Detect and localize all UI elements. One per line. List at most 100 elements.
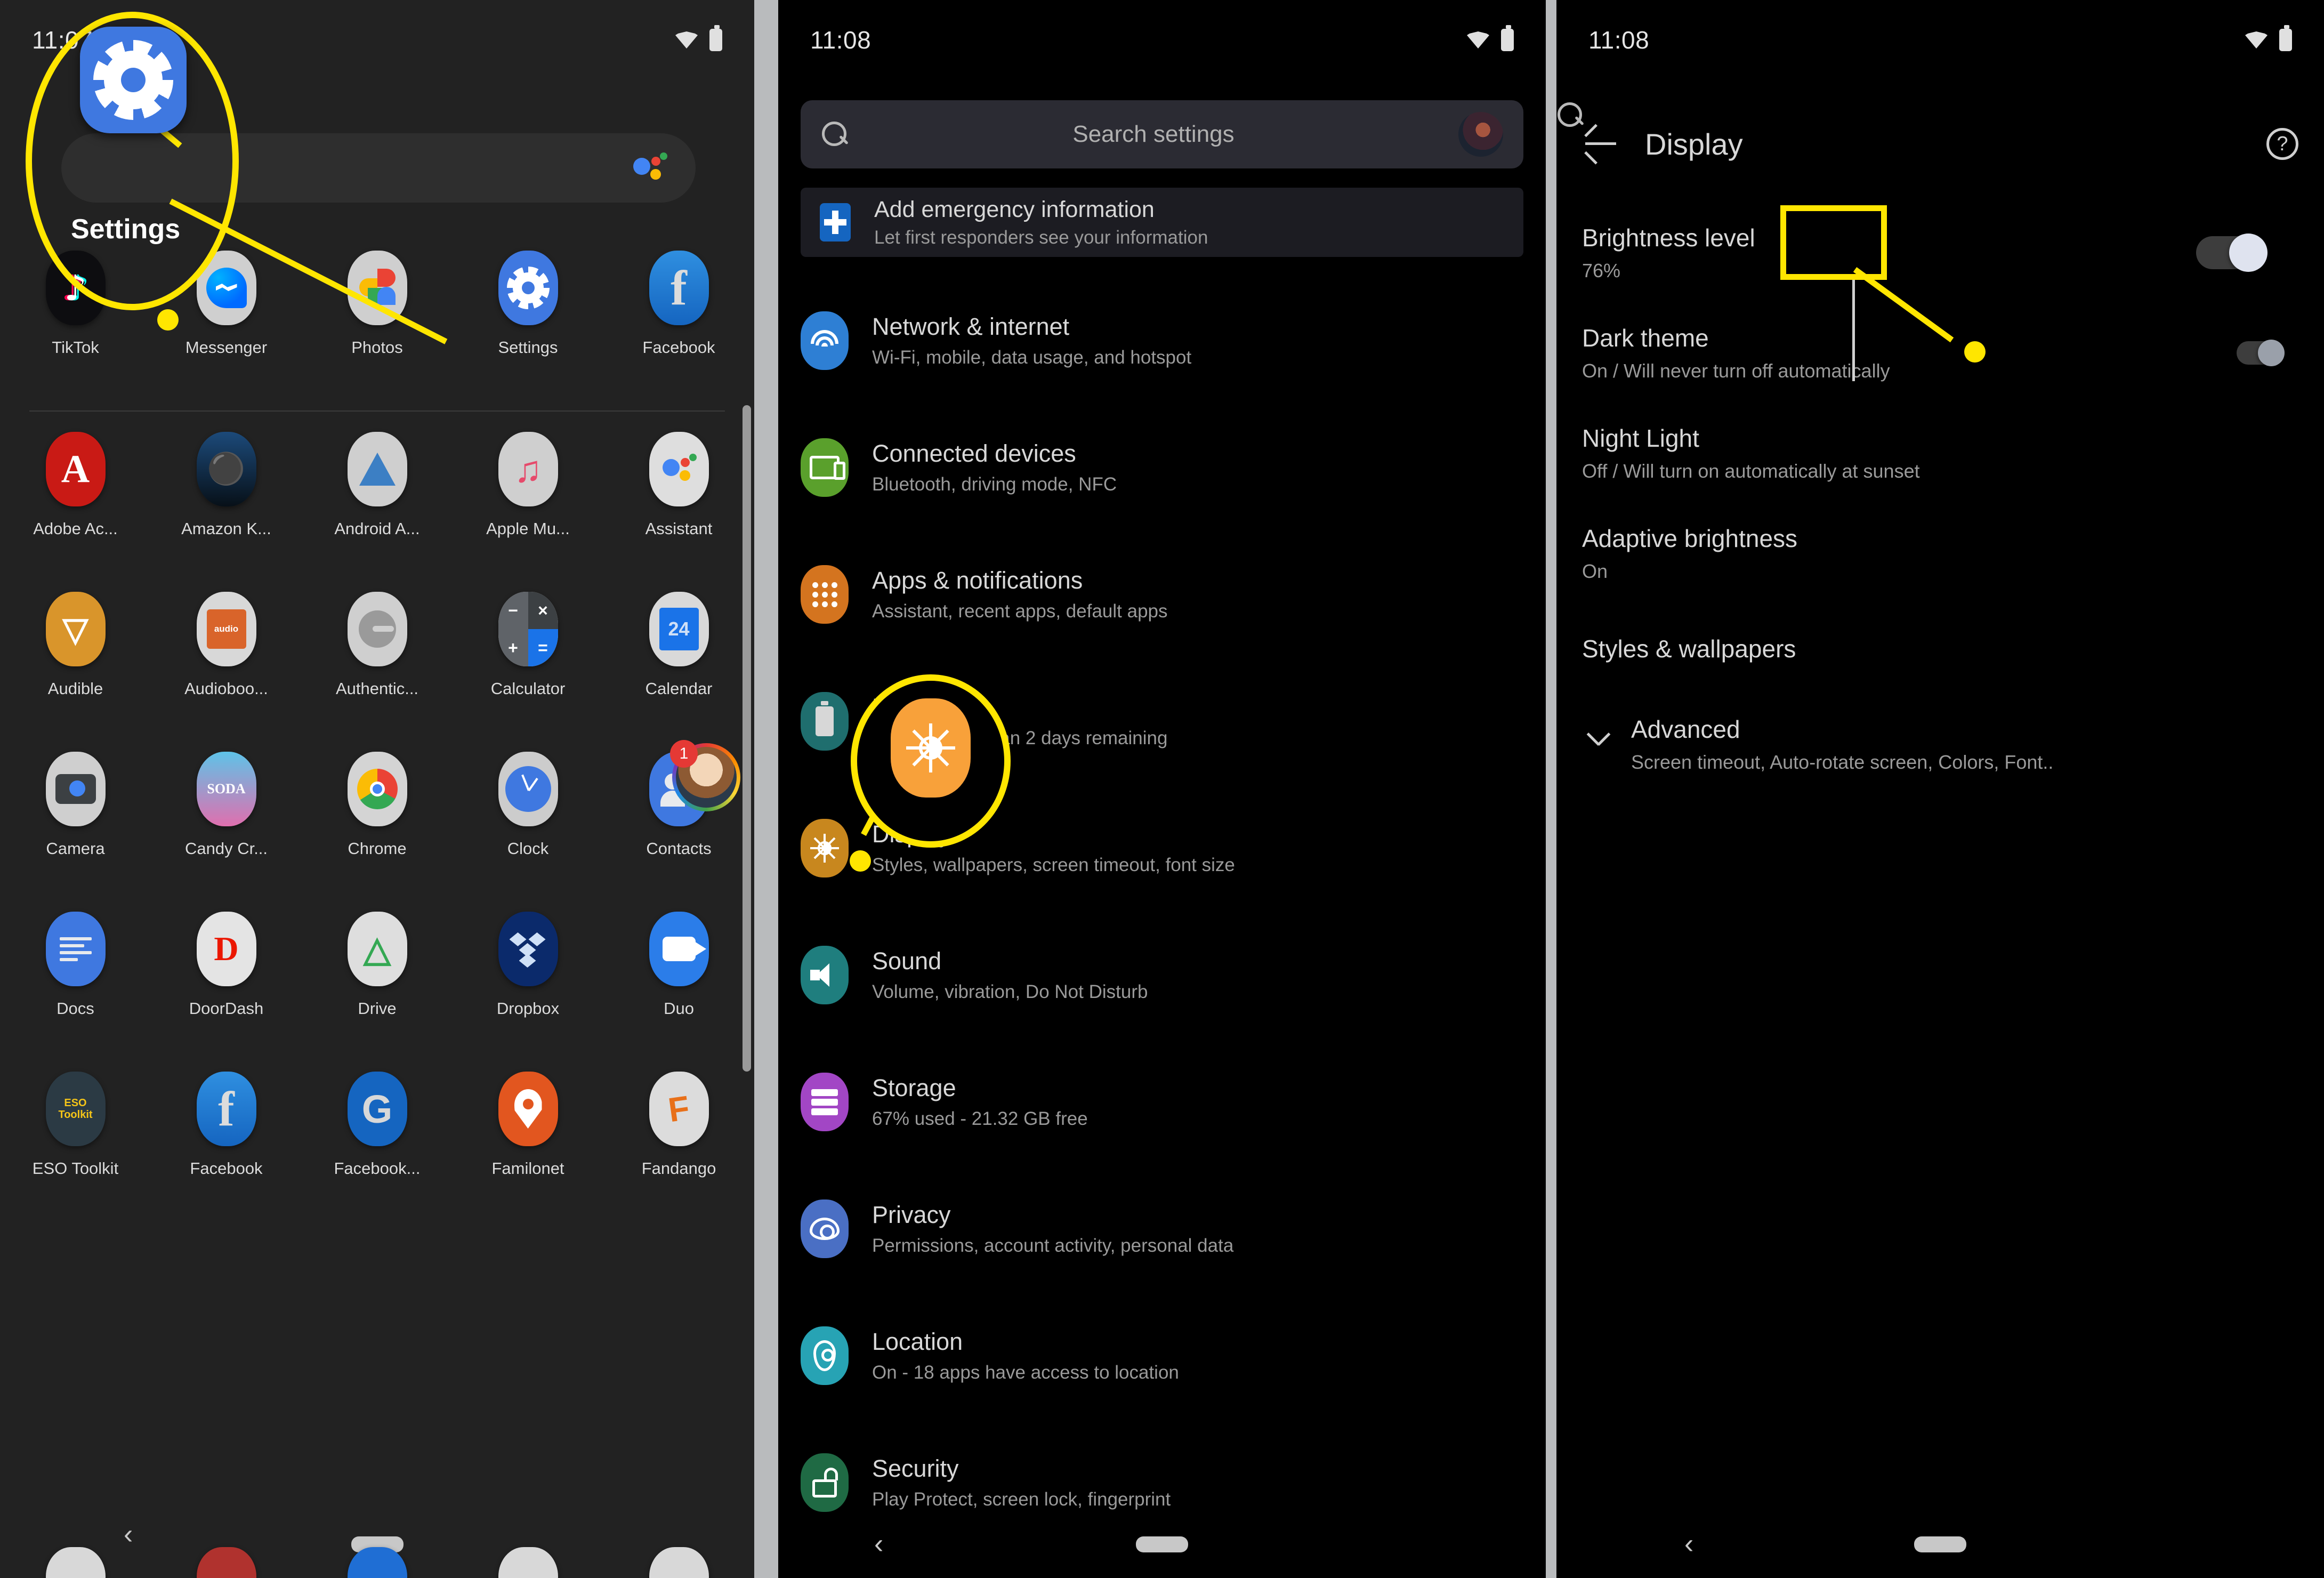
- back-chevron-icon[interactable]: ‹: [1684, 1528, 1693, 1560]
- item-title: Connected devices: [872, 440, 1076, 467]
- audible-icon: ▽: [45, 592, 106, 666]
- settings-item-privacy[interactable]: Privacy Permissions, account activity, p…: [778, 1165, 1546, 1292]
- eso-line: Toolkit: [58, 1109, 93, 1121]
- app-item-contacts[interactable]: 1 Contacts: [603, 740, 754, 912]
- settings-item-security[interactable]: Security Play Protect, screen lock, fing…: [778, 1419, 1546, 1546]
- display-item-adaptive-brightness[interactable]: Adaptive brightness On: [1556, 503, 2324, 603]
- app-item-fandango[interactable]: F Fandango: [603, 1072, 754, 1231]
- app-item-familonet[interactable]: Familonet: [453, 1072, 603, 1231]
- app-label: Contacts: [646, 839, 712, 858]
- display-item-dark-theme[interactable]: Dark theme On / Will never turn off auto…: [1556, 303, 2324, 403]
- item-subtitle: Assistant, recent apps, default apps: [872, 601, 1168, 622]
- calc-key: −: [498, 592, 528, 629]
- callout-anchor-dot: [850, 850, 871, 872]
- home-pill-icon[interactable]: [1136, 1536, 1188, 1552]
- calc-key: +: [498, 629, 528, 666]
- app-drawer-scrollbar[interactable]: [743, 405, 751, 1072]
- app-item-docs[interactable]: Docs: [0, 912, 151, 1072]
- calc-key: =: [528, 629, 558, 666]
- app-item-android-auto[interactable]: Android A...: [302, 432, 453, 592]
- callout-brightness-icon: [891, 698, 971, 798]
- lock-icon: [801, 1453, 849, 1512]
- app-item-audible[interactable]: ▽ Audible: [0, 592, 151, 752]
- app-item-chrome[interactable]: Chrome: [302, 752, 453, 912]
- app-row: Docs D DoorDash △ Drive Dropbox Duo: [0, 912, 754, 1072]
- app-row: Camera SODA Candy Cr... Chrome Clock 1 C…: [0, 740, 754, 912]
- back-arrow-icon[interactable]: [1582, 125, 1619, 165]
- app-item-adobe-acrobat[interactable]: A Adobe Ac...: [0, 432, 151, 592]
- app-label: Calendar: [645, 679, 713, 698]
- app-label: Chrome: [348, 839, 407, 858]
- add-emergency-information-card[interactable]: Add emergency information Let first resp…: [801, 188, 1523, 257]
- app-item-settings[interactable]: Settings: [453, 251, 603, 410]
- facebook-icon: f: [196, 1072, 256, 1146]
- back-chevron-icon[interactable]: ‹: [874, 1528, 883, 1560]
- app-item-facebook[interactable]: f Facebook: [603, 251, 754, 410]
- app-item-doordash[interactable]: D DoorDash: [151, 912, 302, 1072]
- dropbox-icon: [498, 912, 558, 986]
- app-item-assistant[interactable]: Assistant: [603, 432, 754, 592]
- display-item-brightness-level[interactable]: Brightness level 76%: [1556, 203, 2324, 303]
- app-item-clock[interactable]: Clock: [453, 752, 603, 912]
- settings-item-network-internet[interactable]: Network & internet Wi-Fi, mobile, data u…: [778, 277, 1546, 404]
- doordash-icon: D: [196, 912, 256, 986]
- brightness-slider-toggle[interactable]: [2196, 234, 2267, 272]
- page-title: Display: [1645, 127, 1743, 161]
- wifi-icon: [1467, 31, 1489, 49]
- app-item-amazon-kindle[interactable]: ⚫ Amazon K...: [151, 432, 302, 592]
- settings-search-bar[interactable]: Search settings: [801, 100, 1523, 168]
- item-title: Location: [872, 1328, 963, 1355]
- contacts-notification-badge: 1: [670, 740, 740, 811]
- app-item-drive[interactable]: △ Drive: [302, 912, 453, 1072]
- app-row-peek: [0, 1547, 754, 1578]
- settings-item-apps-notifications[interactable]: Apps & notifications Assistant, recent a…: [778, 531, 1546, 658]
- dark-theme-toggle[interactable]: [2237, 340, 2285, 366]
- app-item-candy-crush[interactable]: SODA Candy Cr...: [151, 752, 302, 912]
- app-item-calculator[interactable]: − × + = Calculator: [453, 592, 603, 752]
- settings-item-sound[interactable]: Sound Volume, vibration, Do Not Disturb: [778, 912, 1546, 1038]
- app-item-calendar[interactable]: 24 Calendar: [603, 592, 754, 752]
- app-label: Clock: [507, 839, 549, 858]
- app-item-eso-toolkit[interactable]: ESO Toolkit ESO Toolkit: [0, 1072, 151, 1231]
- search-icon: [821, 120, 849, 148]
- item-title: Privacy: [872, 1201, 951, 1228]
- item-subtitle: Volume, vibration, Do Not Disturb: [872, 981, 1148, 1002]
- app-item-facebook-gaming[interactable]: G Facebook...: [302, 1072, 453, 1231]
- status-bar-settings: 11:08: [778, 0, 1546, 80]
- settings-items-list: Network & internet Wi-Fi, mobile, data u…: [778, 277, 1546, 1546]
- battery-icon: [1501, 25, 1514, 51]
- app-item-camera[interactable]: Camera: [0, 752, 151, 912]
- item-subtitle: Off / Will turn on automatically at suns…: [1582, 460, 1920, 482]
- panel-divider-2: [1546, 0, 1556, 1578]
- app-label: DoorDash: [189, 999, 264, 1018]
- emergency-subtitle: Let first responders see your informatio…: [874, 227, 1208, 248]
- settings-item-storage[interactable]: Storage 67% used - 21.32 GB free: [778, 1038, 1546, 1165]
- account-avatar[interactable]: [1458, 112, 1503, 157]
- settings-item-connected-devices[interactable]: Connected devices Bluetooth, driving mod…: [778, 404, 1546, 531]
- home-pill-icon[interactable]: [1914, 1536, 1966, 1552]
- chevron-down-icon[interactable]: [1582, 728, 1614, 760]
- google-assistant-icon[interactable]: [633, 151, 667, 184]
- status-icons: [2245, 25, 2292, 51]
- back-chevron-icon[interactable]: ‹: [124, 1518, 133, 1550]
- clock-icon: [498, 752, 558, 826]
- app-item-authenticator[interactable]: Authentic...: [302, 592, 453, 752]
- app-item-apple-music[interactable]: ♫ Apple Mu...: [453, 432, 603, 592]
- app-item-facebook-2[interactable]: f Facebook: [151, 1072, 302, 1231]
- app-item-audiobooks[interactable]: audio Audioboo...: [151, 592, 302, 752]
- display-item-styles-wallpapers[interactable]: Styles & wallpapers: [1556, 603, 2324, 694]
- search-icon[interactable]: [2202, 127, 2236, 160]
- search-input[interactable]: Search settings: [849, 121, 1458, 148]
- item-subtitle: Styles, wallpapers, screen timeout, font…: [872, 855, 1235, 875]
- callout-highlight-box: [1780, 205, 1887, 280]
- settings-item-location[interactable]: Location On - 18 apps have access to loc…: [778, 1292, 1546, 1419]
- help-question-icon[interactable]: ?: [2266, 128, 2298, 160]
- app-item-duo[interactable]: Duo: [603, 912, 754, 1072]
- display-item-night-light[interactable]: Night Light Off / Will turn on automatic…: [1556, 403, 2324, 503]
- app-item-dropbox[interactable]: Dropbox: [453, 912, 603, 1072]
- item-title: Styles & wallpapers: [1582, 635, 1796, 663]
- item-title: Apps & notifications: [872, 567, 1083, 594]
- display-item-advanced[interactable]: Advanced Screen timeout, Auto-rotate scr…: [1556, 694, 2324, 794]
- emergency-title: Add emergency information: [874, 196, 1155, 222]
- adobe-acrobat-icon: A: [45, 432, 106, 506]
